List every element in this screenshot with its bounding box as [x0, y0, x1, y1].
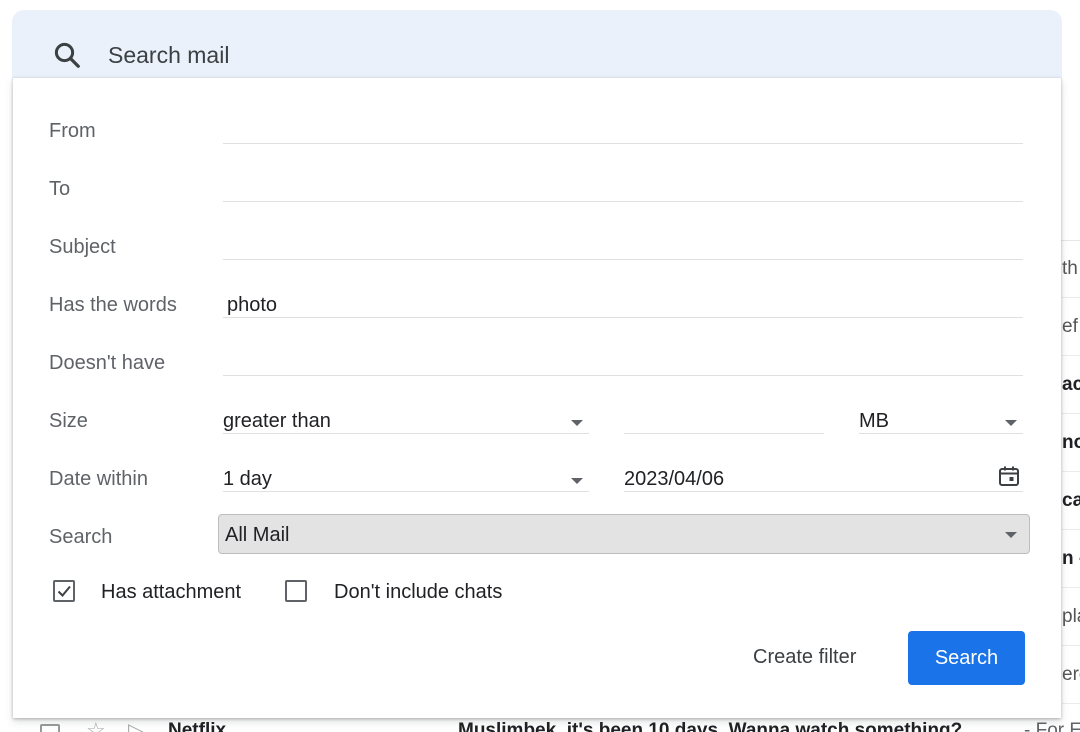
list-item: n -	[1062, 530, 1080, 588]
date-within-row: Date within 1 day 2023/04/06	[13, 446, 1061, 504]
subject-row: Subject	[13, 214, 1061, 272]
calendar-icon[interactable]	[997, 464, 1021, 488]
chevron-down-icon	[571, 420, 583, 426]
has-words-label: Has the words	[49, 294, 177, 316]
size-value-field[interactable]	[624, 394, 824, 434]
search-scope-label: Search	[49, 526, 113, 548]
list-item: ere	[1062, 646, 1080, 704]
chevron-down-icon	[1005, 532, 1017, 538]
from-label: From	[49, 120, 96, 142]
to-field[interactable]	[223, 162, 1023, 202]
search-icon[interactable]	[52, 40, 82, 70]
checkmark-icon	[57, 585, 71, 597]
mail-row[interactable]: ☆ ▷ Netflix Muslimbek, it's been 10 days…	[0, 716, 1080, 732]
search-button[interactable]: Search	[908, 631, 1025, 685]
subject-label: Subject	[49, 236, 116, 258]
size-row: Size greater than MB	[13, 388, 1061, 446]
has-attachment-label[interactable]: Has attachment	[101, 581, 241, 604]
list-item: pla	[1062, 588, 1080, 646]
dont-include-chats-checkbox[interactable]	[285, 580, 307, 602]
has-attachment-checkbox[interactable]	[53, 580, 75, 602]
to-row: To	[13, 156, 1061, 214]
dont-include-chats-label[interactable]: Don't include chats	[334, 581, 502, 604]
date-within-select[interactable]: 1 day	[223, 452, 589, 492]
list-item: th	[1062, 240, 1080, 298]
size-operator-select[interactable]: greater than	[223, 394, 589, 434]
advanced-search-panel: From To Subject Has the words photo Does…	[13, 78, 1061, 718]
list-item: ef	[1062, 298, 1080, 356]
date-field[interactable]: 2023/04/06	[624, 452, 1023, 492]
date-value: 2023/04/06	[624, 468, 725, 490]
list-item: no	[1062, 414, 1080, 472]
size-unit-select[interactable]: MB	[859, 394, 1023, 434]
create-filter-button[interactable]: Create filter	[753, 646, 856, 669]
mail-snippet: - For El	[1024, 720, 1080, 732]
date-within-label: Date within	[49, 468, 148, 490]
doesnt-have-field[interactable]	[223, 336, 1023, 376]
size-label: Size	[49, 410, 88, 432]
mail-subject: Muslimbek, it's been 10 days. Wanna watc…	[458, 720, 963, 732]
search-scope-value: All Mail	[225, 524, 290, 546]
search-input[interactable]: Search mail	[108, 42, 229, 69]
chevron-down-icon	[571, 478, 583, 484]
has-words-row: Has the words photo	[13, 272, 1061, 330]
from-row: From	[13, 98, 1061, 156]
has-words-field[interactable]: photo	[223, 278, 1023, 318]
search-bar[interactable]: Search mail	[12, 10, 1062, 80]
list-item: ca	[1062, 472, 1080, 530]
has-words-value: photo	[227, 294, 278, 316]
doesnt-have-label: Doesn't have	[49, 352, 166, 374]
star-icon[interactable]: ☆	[86, 718, 106, 732]
search-scope-select[interactable]: All Mail	[218, 514, 1030, 554]
important-marker-icon[interactable]: ▷	[128, 718, 143, 732]
list-item: ac	[1062, 356, 1080, 414]
size-unit-value: MB	[859, 410, 889, 432]
doesnt-have-row: Doesn't have	[13, 330, 1061, 388]
row-checkbox[interactable]	[40, 724, 60, 732]
mail-sender: Netflix	[168, 720, 227, 732]
to-label: To	[49, 178, 71, 200]
chevron-down-icon	[1005, 420, 1017, 426]
date-within-value: 1 day	[223, 468, 272, 490]
from-field[interactable]	[223, 104, 1023, 144]
subject-field[interactable]	[223, 220, 1023, 260]
size-operator-value: greater than	[223, 410, 331, 432]
